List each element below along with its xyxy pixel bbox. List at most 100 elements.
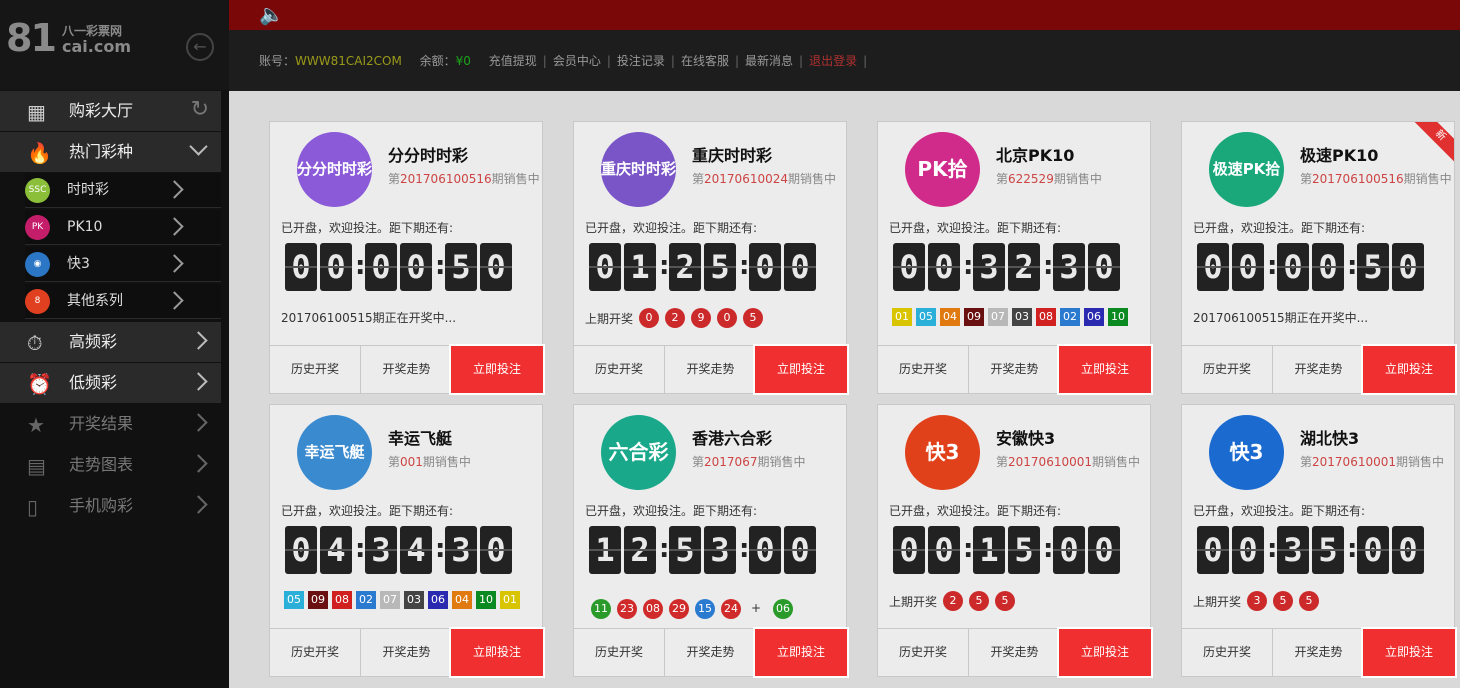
chevron-right-icon[interactable] (189, 454, 208, 473)
buy-now-button[interactable]: 立即投注 (1361, 344, 1457, 395)
sidebar-sub-1[interactable]: PK PK10 (25, 210, 221, 245)
lottery-name[interactable]: 安徽快3 (996, 429, 1055, 449)
back-arrow-icon[interactable]: ← (186, 33, 214, 61)
lottery-logo[interactable]: 幸运飞艇 (297, 415, 372, 490)
history-button[interactable]: 历史开奖 (574, 629, 665, 676)
issue-number: 001 (400, 455, 423, 469)
previous-result: 上期开奖 2 5 5 (889, 591, 1144, 613)
sidebar-sub-3[interactable]: 8 其他系列 (25, 284, 221, 319)
buy-now-button[interactable]: 立即投注 (753, 627, 849, 678)
lottery-logo[interactable]: 快3 (1209, 415, 1284, 490)
chevron-right-icon[interactable] (165, 217, 184, 236)
clock-digit: 0 (1088, 526, 1120, 574)
sidebar-sub-0[interactable]: SSC 时时彩 (25, 173, 221, 208)
clock-digit: 2 (1008, 243, 1040, 291)
countdown-clock: 00:00:50 (285, 243, 535, 291)
clock-digit: 0 (1357, 526, 1389, 574)
result-ball: 5 (743, 308, 763, 328)
sidebar-item-mobile[interactable]: ▯ 手机购彩 (0, 486, 221, 526)
trend-button[interactable]: 开奖走势 (361, 629, 452, 676)
lottery-name[interactable]: 香港六合彩 (692, 429, 772, 449)
site-logo[interactable]: 81 八一彩票网 cai.com ← (0, 0, 229, 90)
lottery-logo[interactable]: 六合彩 (601, 415, 676, 490)
separator: | (799, 54, 804, 68)
lottery-logo[interactable]: 重庆时时彩 (601, 132, 676, 207)
history-button[interactable]: 历史开奖 (270, 346, 361, 393)
result-ball: 11 (591, 599, 611, 619)
sidebar-item-label: 高频彩 (69, 332, 118, 351)
history-button[interactable]: 历史开奖 (878, 629, 969, 676)
lottery-name[interactable]: 湖北快3 (1300, 429, 1359, 449)
trend-button[interactable]: 开奖走势 (665, 346, 756, 393)
lottery-name[interactable]: 极速PK10 (1300, 146, 1378, 166)
sidebar-item-trend[interactable]: ▤ 走势图表 (0, 445, 221, 485)
buy-now-button[interactable]: 立即投注 (449, 344, 545, 395)
lottery-name[interactable]: 分分时时彩 (388, 146, 468, 166)
trend-button[interactable]: 开奖走势 (1273, 346, 1364, 393)
clock-digit: 5 (1008, 526, 1040, 574)
history-button[interactable]: 历史开奖 (270, 629, 361, 676)
clock-digit: 0 (784, 243, 816, 291)
chevron-right-icon[interactable] (165, 291, 184, 310)
lottery-name[interactable]: 北京PK10 (996, 146, 1074, 166)
trend-button[interactable]: 开奖走势 (361, 346, 452, 393)
lottery-logo[interactable]: 极速PK拾 (1209, 132, 1284, 207)
chevron-down-icon[interactable] (189, 137, 208, 156)
trend-button[interactable]: 开奖走势 (969, 346, 1060, 393)
issue-number: 201706100516 (400, 172, 492, 186)
trend-button[interactable]: 开奖走势 (665, 629, 756, 676)
new-badge: 新 (1414, 122, 1454, 162)
chevron-right-icon[interactable] (189, 372, 208, 391)
history-button[interactable]: 历史开奖 (878, 346, 969, 393)
previous-result: 05 09 08 02 07 03 06 04 10 01 (284, 591, 539, 613)
buy-now-button[interactable]: 立即投注 (449, 627, 545, 678)
clock-colon: : (435, 534, 446, 564)
issue-prefix: 第 (1300, 455, 1313, 469)
sidebar-sub-2[interactable]: ◉ 快3 (25, 247, 221, 282)
lottery-logo[interactable]: 快3 (905, 415, 980, 490)
logo-number: 81 (6, 16, 57, 60)
lottery-name[interactable]: 重庆时时彩 (692, 146, 772, 166)
account-link-0[interactable]: 充值提现 (489, 54, 537, 68)
account-link-3[interactable]: 在线客服 (681, 54, 729, 68)
sidebar-item-results[interactable]: ★ 开奖结果 (0, 404, 221, 444)
clock-digit: 0 (320, 243, 352, 291)
clock-digit: 2 (624, 526, 656, 574)
buy-now-button[interactable]: 立即投注 (1361, 627, 1457, 678)
chevron-right-icon[interactable] (189, 495, 208, 514)
history-button[interactable]: 历史开奖 (1182, 346, 1273, 393)
chevron-right-icon[interactable] (189, 413, 208, 432)
history-button[interactable]: 历史开奖 (574, 346, 665, 393)
chevron-right-icon[interactable] (189, 331, 208, 350)
history-button[interactable]: 历史开奖 (1182, 629, 1273, 676)
refresh-icon[interactable]: ↻ (191, 97, 209, 122)
separator: | (734, 54, 740, 68)
account-link-2[interactable]: 投注记录 (617, 54, 665, 68)
trend-button[interactable]: 开奖走势 (1273, 629, 1364, 676)
sidebar-item-high[interactable]: ⏱ 高频彩 (0, 322, 221, 362)
sidebar-item-low[interactable]: ⏰ 低频彩 (0, 363, 221, 403)
logout-link[interactable]: 退出登录 (809, 54, 857, 68)
issue-suffix: 期销售中 (1053, 172, 1102, 186)
chevron-right-icon[interactable] (165, 180, 184, 199)
sidebar-item-hall[interactable]: ▦ 购彩大厅 ↻ (0, 91, 221, 131)
buy-now-button[interactable]: 立即投注 (1057, 344, 1153, 395)
clock-colon: : (963, 251, 974, 281)
card-actions: 历史开奖 开奖走势 立即投注 (270, 344, 545, 395)
lottery-logo[interactable]: 分分时时彩 (297, 132, 372, 207)
issue-prefix: 第 (388, 172, 401, 186)
result-square: 07 (380, 591, 400, 609)
buy-now-button[interactable]: 立即投注 (1057, 627, 1153, 678)
chevron-right-icon[interactable] (165, 254, 184, 273)
sidebar-item-hot[interactable]: 🔥 热门彩种 (0, 132, 221, 172)
issue-prefix: 第 (996, 455, 1009, 469)
lottery-name[interactable]: 幸运飞艇 (388, 429, 452, 449)
sidebar-item-label: 开奖结果 (69, 414, 134, 433)
card-actions: 历史开奖 开奖走势 立即投注 (1182, 627, 1457, 678)
trend-button[interactable]: 开奖走势 (969, 629, 1060, 676)
speaker-icon[interactable]: 🔈 (259, 2, 289, 26)
account-link-1[interactable]: 会员中心 (553, 54, 601, 68)
account-link-4[interactable]: 最新消息 (745, 54, 793, 68)
lottery-logo[interactable]: PK拾 (905, 132, 980, 207)
buy-now-button[interactable]: 立即投注 (753, 344, 849, 395)
